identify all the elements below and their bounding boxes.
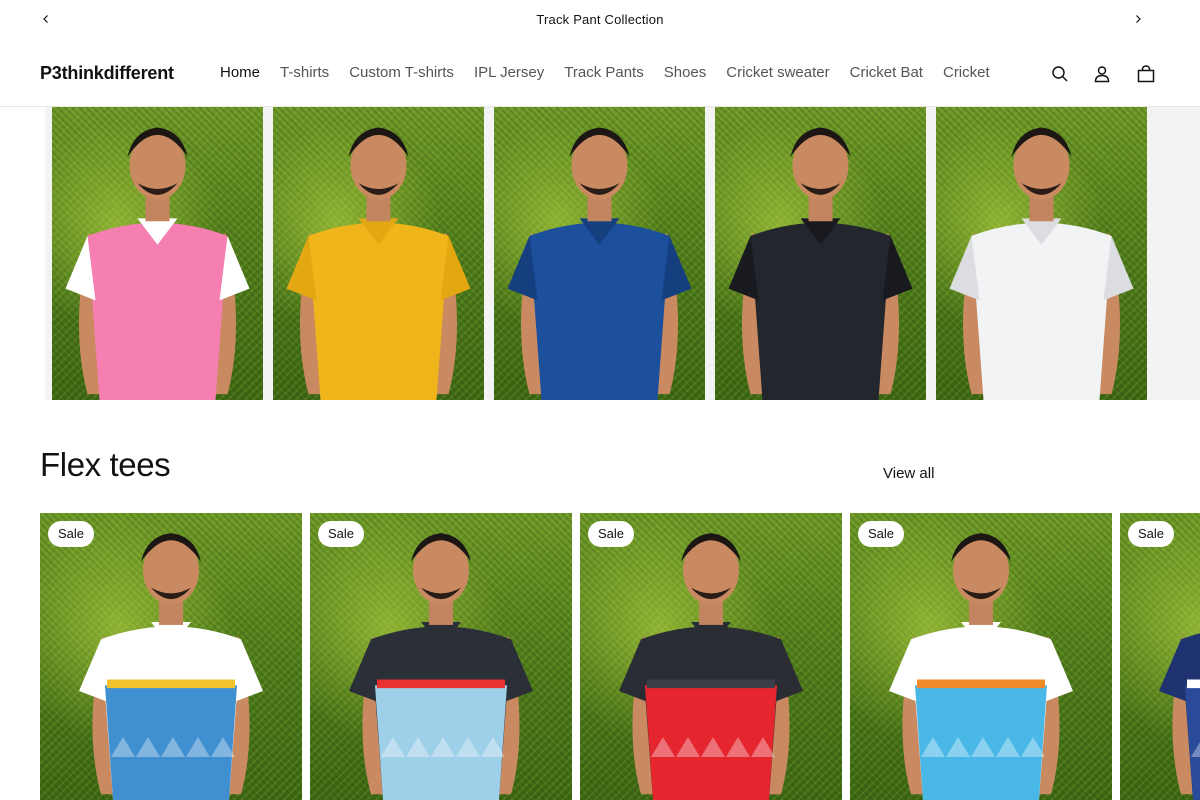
hero-photo-panel [936, 107, 1147, 400]
product-card[interactable]: Sale [310, 513, 572, 800]
nav-cricket-sweater[interactable]: Cricket sweater [716, 64, 839, 81]
search-icon [1052, 66, 1068, 82]
nav-track-pants[interactable]: Track Pants [554, 64, 653, 81]
view-all-link[interactable]: View all [883, 465, 934, 482]
sale-badge: Sale [588, 521, 635, 547]
hero-photo-panel [273, 107, 484, 400]
sale-badge: Sale [1128, 521, 1175, 547]
store-logo[interactable]: P3thinkdifferent [40, 63, 174, 84]
search-button[interactable] [1049, 63, 1071, 85]
cart-button[interactable] [1135, 63, 1157, 85]
chevron-right-icon [1136, 15, 1141, 23]
announcement-text[interactable]: Track Pant Collection [536, 12, 663, 27]
announcement-next-button[interactable] [1128, 9, 1148, 29]
announcement-bar: Track Pant Collection [0, 0, 1200, 38]
sale-badge: Sale [858, 521, 905, 547]
hero-photo-panel [52, 107, 263, 400]
cart-icon [1137, 65, 1155, 83]
nav-cricket[interactable]: Cricket [933, 64, 1000, 81]
product-card[interactable]: Sale [1120, 513, 1200, 800]
nav-ipl-jersey[interactable]: IPL Jersey [464, 64, 554, 81]
account-button[interactable] [1091, 63, 1113, 85]
nav-cricket-bat[interactable]: Cricket Bat [840, 64, 933, 81]
announcement-prev-button[interactable] [36, 9, 56, 29]
sale-badge: Sale [48, 521, 95, 547]
main-nav: Home T-shirts Custom T-shirts IPL Jersey… [210, 64, 1000, 81]
hero-photo-panel [715, 107, 926, 400]
nav-t-shirts[interactable]: T-shirts [270, 64, 339, 81]
hero-photo-panel [494, 107, 705, 400]
product-grid: Sale Sale Sale Sale Sale [40, 513, 1200, 800]
chevron-left-icon [43, 15, 48, 23]
nav-shoes[interactable]: Shoes [654, 64, 717, 81]
site-header: P3thinkdifferent Home T-shirts Custom T-… [0, 38, 1200, 107]
product-card[interactable]: Sale [850, 513, 1112, 800]
account-icon [1094, 66, 1110, 83]
collection-title: Flex tees [40, 446, 171, 483]
hero-banner[interactable] [45, 107, 1200, 400]
product-card[interactable]: Sale [40, 513, 302, 800]
sale-badge: Sale [318, 521, 365, 547]
nav-custom-t-shirts[interactable]: Custom T-shirts [339, 64, 464, 81]
nav-home[interactable]: Home [210, 64, 270, 81]
product-card[interactable]: Sale [580, 513, 842, 800]
